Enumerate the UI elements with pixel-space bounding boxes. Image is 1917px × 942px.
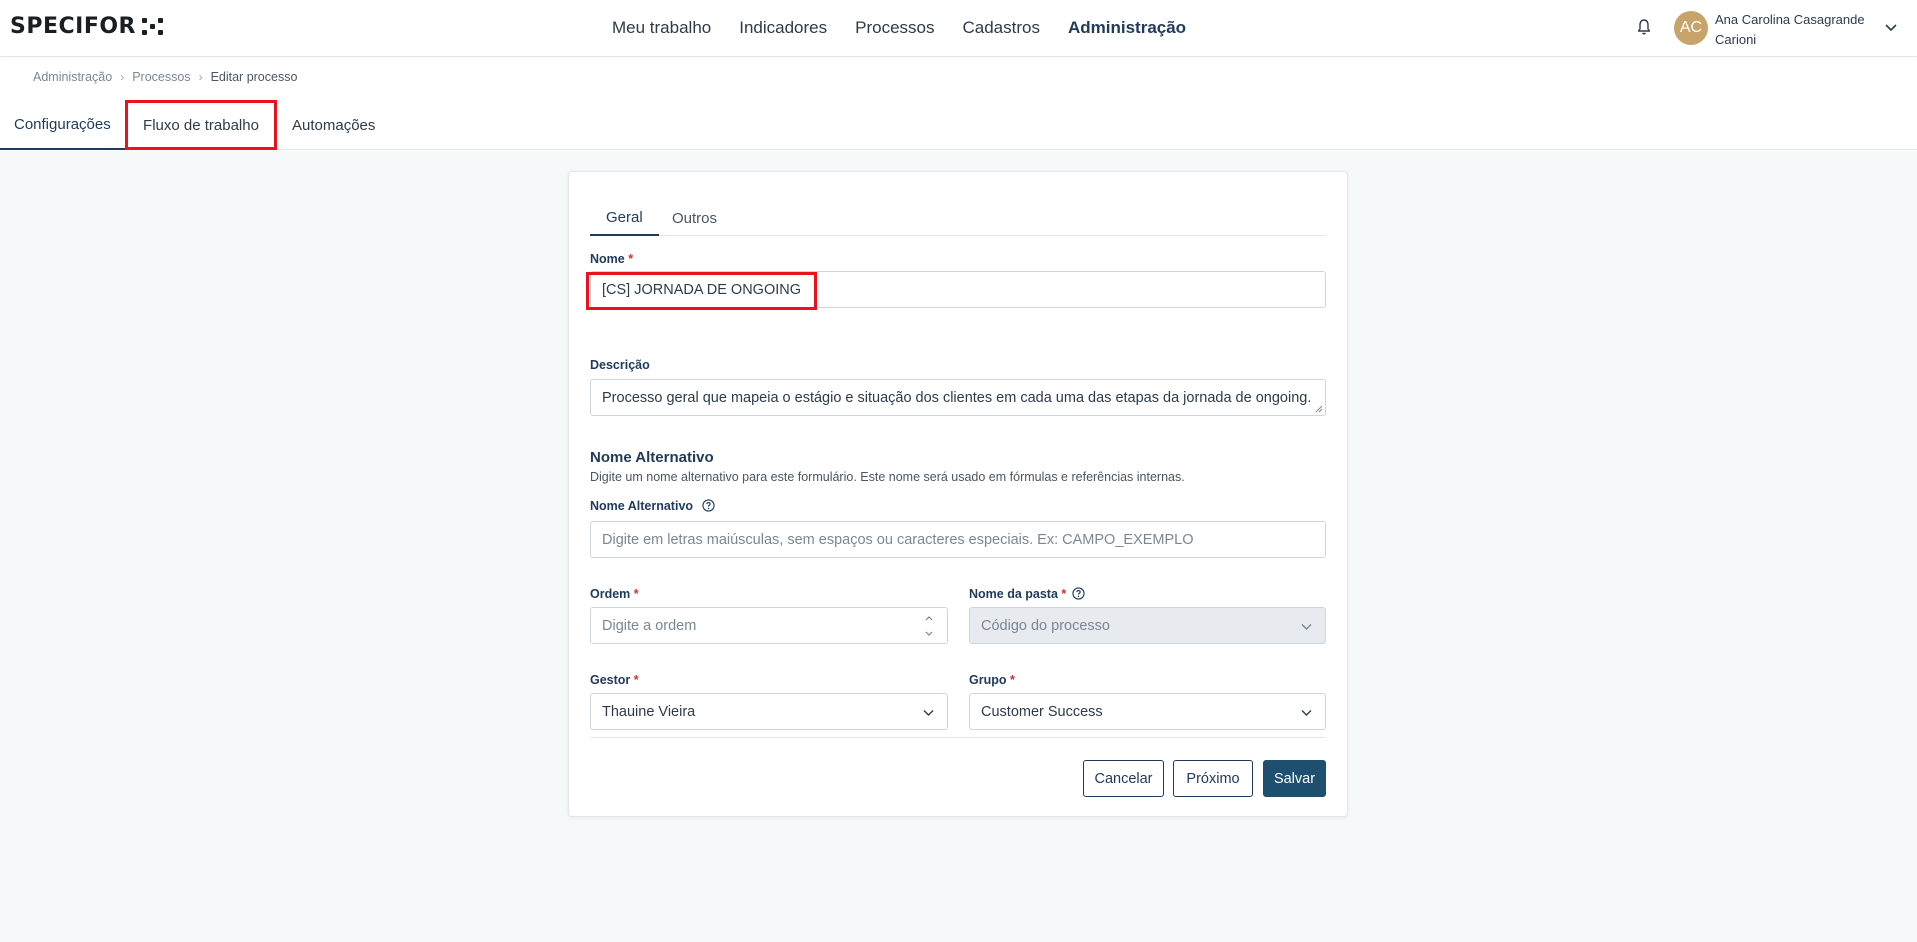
descricao-textarea[interactable]: Processo geral que mapeia o estágio e si… xyxy=(590,379,1326,416)
chevron-down-icon xyxy=(1301,624,1312,630)
nav-processos[interactable]: Processos xyxy=(855,18,934,38)
form-divider xyxy=(590,737,1326,738)
gestor-select[interactable]: Thauine Vieira xyxy=(590,693,948,730)
breadcrumb: Administração › Processos › Editar proce… xyxy=(33,70,297,84)
chevron-down-icon xyxy=(1301,710,1312,716)
grupo-label: Grupo * xyxy=(969,673,1015,687)
descricao-label: Descrição xyxy=(590,358,650,372)
user-name[interactable]: Ana Carolina Casagrande Carioni xyxy=(1715,10,1875,50)
user-name-line1: Ana Carolina Casagrande xyxy=(1715,12,1865,27)
top-bar: SPECIFOR Meu trabalho Indicadores Proces… xyxy=(0,0,1917,57)
bell-icon[interactable] xyxy=(1636,18,1652,36)
save-button[interactable]: Salvar xyxy=(1263,760,1326,797)
user-name-line2: Carioni xyxy=(1715,32,1757,47)
main-nav: Meu trabalho Indicadores Processos Cadas… xyxy=(612,18,1186,38)
logo[interactable]: SPECIFOR xyxy=(10,14,164,39)
nome-alternativo-label: Nome Alternativo xyxy=(590,499,715,513)
nome-pasta-label: Nome da pasta * xyxy=(969,587,1085,601)
chevron-down-icon[interactable] xyxy=(1884,20,1898,34)
chevron-down-icon xyxy=(923,710,934,716)
tab-outros[interactable]: Outros xyxy=(656,200,733,236)
avatar[interactable]: AC xyxy=(1674,11,1708,45)
cancel-button[interactable]: Cancelar xyxy=(1083,760,1164,797)
ordem-input[interactable]: Digite a ordem xyxy=(590,607,948,644)
form-tabs: Geral Outros xyxy=(590,200,1326,236)
logo-text: SPECIFOR xyxy=(10,14,136,39)
tab-geral[interactable]: Geral xyxy=(590,200,659,236)
breadcrumb-editar-processo: Editar processo xyxy=(210,70,298,84)
nome-label: Nome * xyxy=(590,252,634,266)
nome-pasta-select: Código do processo xyxy=(969,607,1326,644)
ordem-label: Ordem * xyxy=(590,587,639,601)
process-form-card: Geral Outros Nome * [CS] JORNADA DE ONGO… xyxy=(568,171,1348,817)
tab-configuracoes[interactable]: Configurações xyxy=(0,100,125,150)
nome-alternativo-input[interactable]: Digite em letras maiúsculas, sem espaços… xyxy=(590,521,1326,558)
chevron-right-icon: › xyxy=(198,70,203,84)
chevron-right-icon: › xyxy=(120,70,125,84)
grupo-select[interactable]: Customer Success xyxy=(969,693,1326,730)
breadcrumb-processos[interactable]: Processos xyxy=(132,70,190,84)
help-icon[interactable] xyxy=(701,499,715,512)
tab-automacoes[interactable]: Automações xyxy=(278,100,389,150)
descricao-value: Processo geral que mapeia o estágio e si… xyxy=(602,389,1312,406)
nome-input[interactable]: [CS] JORNADA DE ONGOING xyxy=(590,271,1326,308)
nav-cadastros[interactable]: Cadastros xyxy=(963,18,1040,38)
resize-handle-icon[interactable] xyxy=(1315,405,1323,413)
page-tabs: Configurações Fluxo de trabalho Automaçõ… xyxy=(0,100,1917,150)
logo-dots-icon xyxy=(142,17,164,36)
gestor-label: Gestor * xyxy=(590,673,639,687)
tab-fluxo-de-trabalho[interactable]: Fluxo de trabalho xyxy=(125,100,277,150)
nav-indicadores[interactable]: Indicadores xyxy=(739,18,827,38)
nav-administracao[interactable]: Administração xyxy=(1068,18,1186,38)
alt-name-section-title: Nome Alternativo xyxy=(590,449,714,466)
alt-name-section-description: Digite um nome alternativo para este for… xyxy=(590,470,1185,484)
nav-meu-trabalho[interactable]: Meu trabalho xyxy=(612,18,711,38)
number-stepper-icon[interactable] xyxy=(923,612,935,640)
next-button[interactable]: Próximo xyxy=(1173,760,1253,797)
breadcrumb-administracao[interactable]: Administração xyxy=(33,70,112,84)
help-icon[interactable] xyxy=(1072,587,1085,600)
